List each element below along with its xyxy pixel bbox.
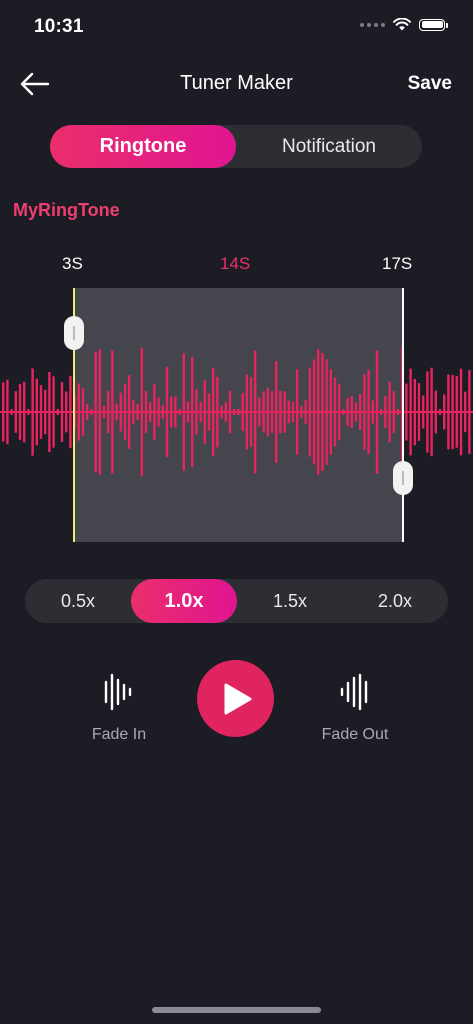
fade-in-button[interactable]: Fade In: [64, 672, 174, 744]
tab-notification[interactable]: Notification: [236, 125, 422, 168]
tab-ringtone[interactable]: Ringtone: [50, 125, 236, 168]
play-button[interactable]: [197, 660, 274, 737]
speed-option-1-5x[interactable]: 1.5x: [237, 579, 343, 623]
save-button[interactable]: Save: [408, 73, 452, 95]
speed-selector: 0.5x 1.0x 1.5x 2.0x: [25, 579, 448, 623]
signal-icon: [360, 22, 385, 27]
type-segmented-control: Ringtone Notification: [50, 125, 422, 168]
page-title: Tuner Maker: [180, 72, 293, 94]
trim-duration-label: 14S: [220, 254, 251, 273]
play-icon: [224, 683, 252, 715]
tone-name[interactable]: MyRingTone: [13, 200, 120, 221]
fade-out-label: Fade Out: [321, 726, 389, 743]
battery-icon: [419, 18, 448, 31]
fade-in-label: Fade In: [91, 726, 147, 743]
home-indicator: [152, 1007, 321, 1013]
trim-start-label: 3S: [62, 254, 83, 273]
fade-in-icon: [104, 673, 132, 711]
speed-option-1-0x[interactable]: 1.0x: [131, 579, 237, 623]
waveform-editor[interactable]: [0, 288, 473, 542]
speed-option-2-0x[interactable]: 2.0x: [342, 579, 448, 623]
fade-out-icon: [340, 673, 368, 711]
fade-out-button[interactable]: Fade Out: [300, 672, 410, 744]
status-time: 10:31: [34, 16, 84, 37]
trim-end-label: 17S: [382, 254, 413, 273]
status-icons: [360, 18, 448, 31]
speed-option-0-5x[interactable]: 0.5x: [25, 579, 131, 623]
wifi-icon: [393, 18, 411, 31]
